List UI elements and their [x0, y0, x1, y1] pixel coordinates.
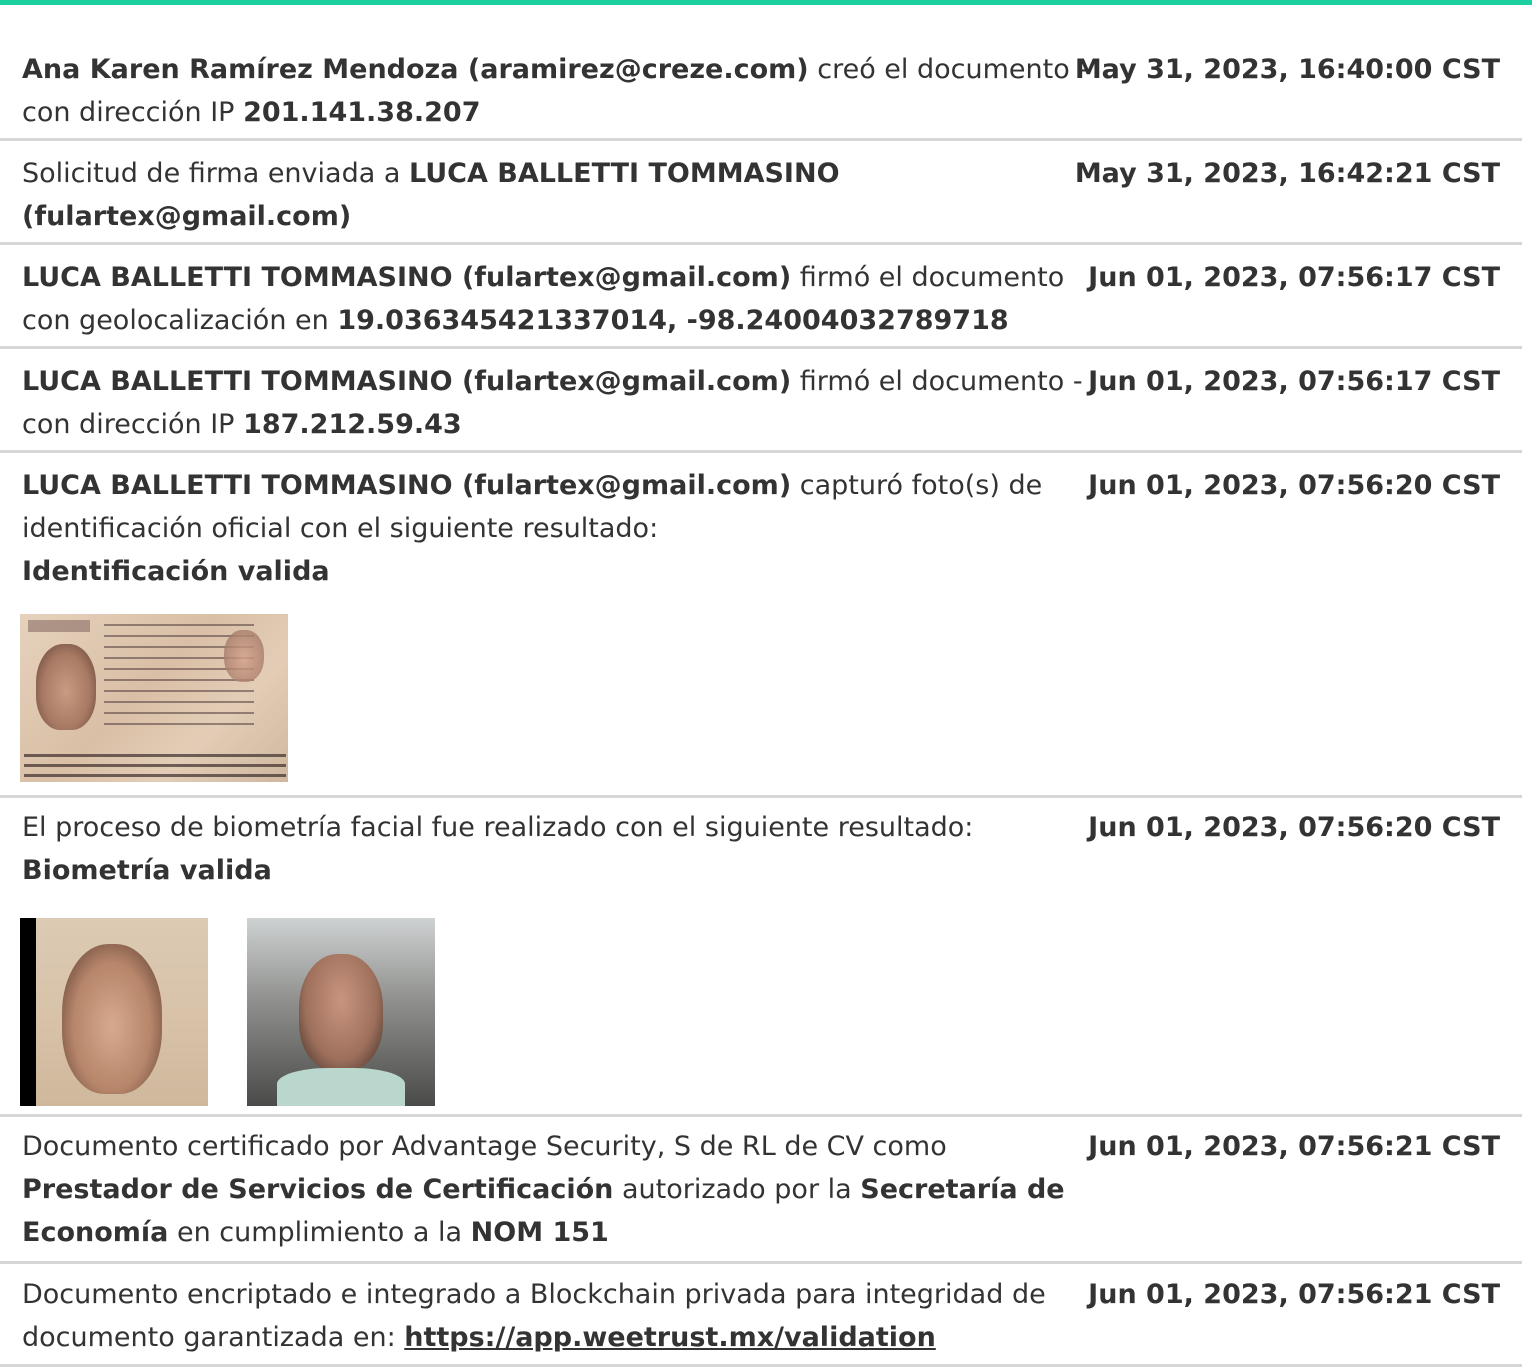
entry-description: LUCA BALLETTI TOMMASINO (fulartex@gmail.… [22, 256, 1092, 342]
ip-address: 201.141.38.207 [243, 97, 481, 128]
passport-mrz [24, 754, 286, 778]
cert-text-1: Documento certificado por Advantage Secu… [22, 1131, 947, 1162]
audit-entry-blockchain: Documento encriptado e integrado a Block… [0, 1273, 1522, 1367]
entry-description: Documento encriptado e integrado a Block… [22, 1273, 1092, 1359]
action-text: Solicitud de firma enviada a [22, 158, 409, 189]
audit-entry-signature-request: Solicitud de firma enviada a LUCA BALLET… [0, 152, 1522, 245]
cert-text-2: autorizado por la [613, 1174, 861, 1205]
action-text: El proceso de biometría facial fue reali… [22, 812, 974, 843]
audit-entry-signed-ip: LUCA BALLETTI TOMMASINO (fulartex@gmail.… [0, 360, 1522, 453]
cert-provider: Prestador de Servicios de Certificación [22, 1174, 614, 1205]
selfie-face [299, 954, 383, 1070]
audit-entry-certification: Documento certificado por Advantage Secu… [0, 1125, 1522, 1264]
audit-entry-signed-geolocation: LUCA BALLETTI TOMMASINO (fulartex@gmail.… [0, 256, 1522, 349]
entry-description: El proceso de biometría facial fue reali… [22, 806, 1092, 892]
entry-description: Ana Karen Ramírez Mendoza (aramirez@crez… [22, 48, 1092, 134]
passport-ghost-portrait [224, 630, 264, 682]
passport-header [28, 620, 90, 632]
actor-name: LUCA BALLETTI TOMMASINO (fulartex@gmail.… [22, 470, 792, 501]
entry-timestamp: Jun 01, 2023, 07:56:17 CST [1088, 366, 1500, 397]
ip-address: 187.212.59.43 [243, 409, 462, 440]
id-result: Identificación valida [22, 556, 330, 587]
entry-timestamp: Jun 01, 2023, 07:56:20 CST [1088, 470, 1500, 501]
entry-description: LUCA BALLETTI TOMMASINO (fulartex@gmail.… [22, 360, 1092, 446]
validation-link[interactable]: https://app.weetrust.mx/validation [404, 1322, 936, 1353]
audit-entry-biometrics: El proceso de biometría facial fue reali… [0, 806, 1522, 1117]
id-face-photo [20, 918, 208, 1106]
entry-timestamp: Jun 01, 2023, 07:56:17 CST [1088, 262, 1500, 293]
id-face [62, 944, 162, 1094]
passport-photo [20, 614, 288, 782]
entry-timestamp: Jun 01, 2023, 07:56:21 CST [1088, 1279, 1500, 1310]
selfie-shirt [277, 1068, 405, 1106]
entry-timestamp: Jun 01, 2023, 07:56:20 CST [1088, 812, 1500, 843]
cert-text-3: en cumplimiento a la [168, 1217, 471, 1248]
cert-norm: NOM 151 [470, 1217, 609, 1248]
actor-name: Ana Karen Ramírez Mendoza (aramirez@crez… [22, 54, 809, 85]
actor-name: LUCA BALLETTI TOMMASINO (fulartex@gmail.… [22, 366, 792, 397]
entry-description: Solicitud de firma enviada a LUCA BALLET… [22, 152, 1092, 238]
top-accent-bar [0, 0, 1532, 5]
selfie-photo [247, 918, 435, 1106]
passport-portrait [36, 644, 96, 730]
entry-timestamp: May 31, 2023, 16:40:00 CST [1074, 54, 1500, 85]
audit-entry-id-capture: LUCA BALLETTI TOMMASINO (fulartex@gmail.… [0, 464, 1522, 798]
actor-name: LUCA BALLETTI TOMMASINO (fulartex@gmail.… [22, 262, 792, 293]
audit-entry-created: Ana Karen Ramírez Mendoza (aramirez@crez… [0, 48, 1522, 141]
biometric-result: Biometría valida [22, 855, 272, 886]
entry-description: LUCA BALLETTI TOMMASINO (fulartex@gmail.… [22, 464, 1092, 593]
entry-description: Documento certificado por Advantage Secu… [22, 1125, 1092, 1254]
entry-timestamp: May 31, 2023, 16:42:21 CST [1074, 158, 1500, 189]
geolocation-coordinates: 19.036345421337014, -98.24004032789718 [337, 305, 1009, 336]
entry-timestamp: Jun 01, 2023, 07:56:21 CST [1088, 1131, 1500, 1162]
